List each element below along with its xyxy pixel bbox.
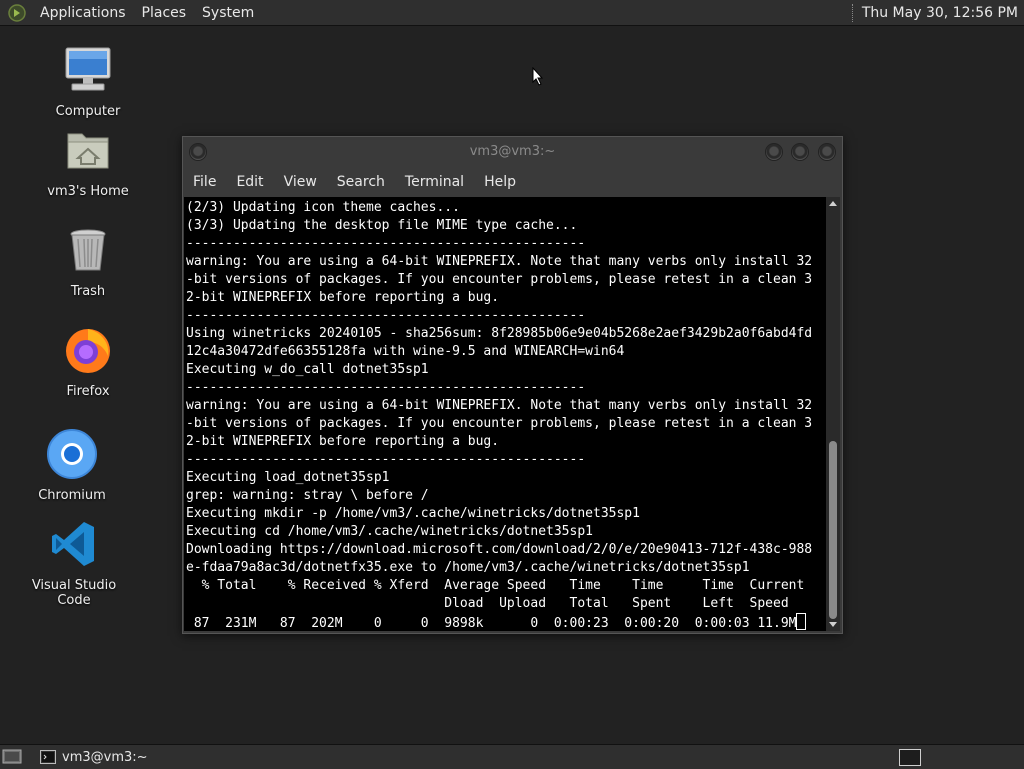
menu-file[interactable]: File bbox=[183, 174, 226, 190]
terminal-line: e-fdaa79a8ac3d/dotnetfx35.exe to /home/v… bbox=[186, 560, 750, 575]
terminal-line: ----------------------------------------… bbox=[186, 380, 586, 395]
terminal-line: Dload Upload Total Spent Left Speed bbox=[186, 596, 789, 611]
terminal-progress-line: 87 231M 87 202M 0 0 9898k 0 0:00:23 0:00… bbox=[186, 616, 797, 631]
terminal-line: -bit versions of packages. If you encoun… bbox=[186, 416, 813, 431]
computer-icon bbox=[65, 47, 111, 91]
terminal-line: (3/3) Updating the desktop file MIME typ… bbox=[186, 218, 578, 233]
terminal-line: warning: You are using a 64-bit WINEPREF… bbox=[186, 398, 813, 413]
terminal-line: Using winetricks 20240105 - sha256sum: 8… bbox=[186, 326, 813, 341]
desktop-icon-label: Computer bbox=[55, 104, 121, 119]
terminal-title: vm3@vm3:~ bbox=[469, 144, 556, 159]
terminal-line: -bit versions of packages. If you encoun… bbox=[186, 272, 813, 287]
desktop-icon-trash[interactable]: Trash bbox=[28, 224, 148, 299]
terminal-line: Executing load_dotnet35sp1 bbox=[186, 470, 390, 485]
places-menu[interactable]: Places bbox=[134, 5, 195, 21]
desktop-icon-chromium[interactable]: Chromium bbox=[12, 428, 132, 503]
show-desktop-icon[interactable] bbox=[2, 748, 22, 765]
close-icon[interactable] bbox=[818, 143, 836, 161]
menu-edit[interactable]: Edit bbox=[226, 174, 273, 190]
menu-terminal[interactable]: Terminal bbox=[395, 174, 474, 190]
terminal-line: (2/3) Updating icon theme caches... bbox=[186, 200, 460, 215]
desktop-icon-label: Firefox bbox=[66, 384, 110, 399]
desktop-icon-vscode[interactable]: Visual Studio Code bbox=[14, 518, 134, 608]
maximize-icon[interactable] bbox=[791, 143, 809, 161]
terminal-line: 2-bit WINEPREFIX before reporting a bug. bbox=[186, 290, 500, 305]
desktop-icon-firefox[interactable]: Firefox bbox=[28, 324, 148, 399]
terminal-icon bbox=[40, 750, 56, 764]
terminal-line: ----------------------------------------… bbox=[186, 452, 586, 467]
taskbar-item-label: vm3@vm3:~ bbox=[62, 749, 148, 765]
app-menu-logo-icon[interactable] bbox=[8, 3, 26, 22]
desktop-icon-home[interactable]: vm3's Home bbox=[28, 124, 148, 199]
desktop-icon-label: Trash bbox=[70, 284, 106, 299]
terminal-line: Executing mkdir -p /home/vm3/.cache/wine… bbox=[186, 506, 640, 521]
top-panel: Applications Places System Thu May 30, 1… bbox=[0, 0, 1024, 26]
mouse-cursor-icon bbox=[532, 67, 544, 86]
terminal-line: ----------------------------------------… bbox=[186, 236, 586, 251]
firefox-icon bbox=[66, 329, 110, 373]
window-menu-icon[interactable] bbox=[189, 143, 207, 161]
workspace-switcher[interactable] bbox=[899, 749, 921, 766]
desktop-icon-label: Chromium bbox=[38, 488, 106, 503]
minimize-icon[interactable] bbox=[765, 143, 783, 161]
chromium-icon bbox=[47, 429, 97, 479]
menu-search[interactable]: Search bbox=[327, 174, 395, 190]
menu-view[interactable]: View bbox=[274, 174, 327, 190]
terminal-line: warning: You are using a 64-bit WINEPREF… bbox=[186, 254, 813, 269]
desktop-icon-label: vm3's Home bbox=[47, 184, 129, 199]
terminal-line: 12c4a30472dfe66355128fa with wine-9.5 an… bbox=[186, 344, 625, 359]
menu-help[interactable]: Help bbox=[474, 174, 526, 190]
terminal-scrollbar[interactable] bbox=[826, 197, 840, 631]
scrollbar-thumb[interactable] bbox=[829, 441, 837, 619]
terminal-line: ----------------------------------------… bbox=[186, 308, 586, 323]
terminal-line: % Total % Received % Xferd Average Speed… bbox=[186, 578, 805, 593]
home-folder-icon bbox=[67, 133, 109, 169]
scroll-down-icon[interactable] bbox=[829, 622, 837, 627]
text-cursor bbox=[796, 613, 807, 630]
scroll-up-icon[interactable] bbox=[829, 201, 837, 206]
terminal-output[interactable]: (2/3) Updating icon theme caches... (3/3… bbox=[184, 197, 826, 631]
vscode-icon bbox=[52, 522, 94, 566]
terminal-line: grep: warning: stray \ before / bbox=[186, 488, 429, 503]
clock[interactable]: Thu May 30, 12:56 PM bbox=[862, 5, 1018, 21]
terminal-line-last: 87 231M 87 202M 0 0 9898k 0 0:00:23 0:00… bbox=[186, 613, 826, 631]
panel-separator bbox=[851, 3, 856, 22]
desktop-icon-computer[interactable]: Computer bbox=[28, 44, 148, 119]
taskbar-item-terminal[interactable]: vm3@vm3:~ bbox=[34, 746, 234, 768]
terminal-menubar: File Edit View Search Terminal Help bbox=[183, 167, 842, 197]
applications-menu[interactable]: Applications bbox=[32, 5, 134, 21]
system-menu[interactable]: System bbox=[194, 5, 262, 21]
terminal-titlebar[interactable]: vm3@vm3:~ bbox=[183, 137, 842, 167]
trash-icon bbox=[70, 229, 106, 271]
terminal-window[interactable]: vm3@vm3:~ File Edit View Search Terminal… bbox=[182, 136, 843, 634]
terminal-line: Executing cd /home/vm3/.cache/winetricks… bbox=[186, 524, 593, 539]
terminal-line: Downloading https://download.microsoft.c… bbox=[186, 542, 813, 557]
desktop-icon-label: Visual Studio Code bbox=[31, 578, 117, 608]
bottom-panel: vm3@vm3:~ bbox=[0, 744, 1024, 769]
terminal-line: 2-bit WINEPREFIX before reporting a bug. bbox=[186, 434, 500, 449]
terminal-line: Executing w_do_call dotnet35sp1 bbox=[186, 362, 429, 377]
